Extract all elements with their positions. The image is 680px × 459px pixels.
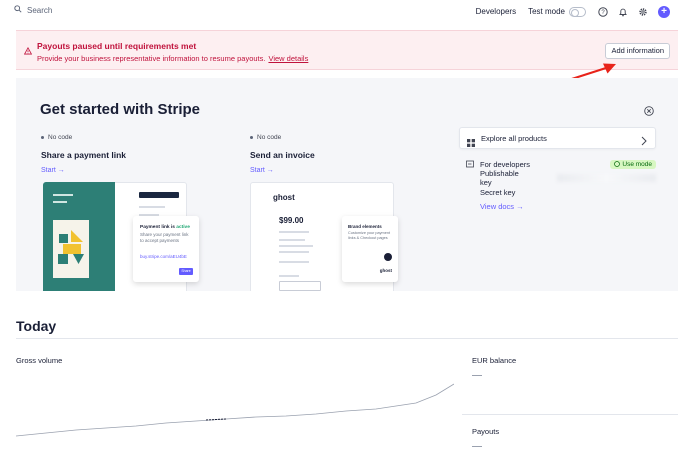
chevron-right-icon	[641, 133, 647, 146]
explore-all-products-button[interactable]: Explore all products	[459, 127, 656, 149]
alert-description-text: Provide your business representative inf…	[37, 54, 266, 63]
invoice-illustration: ghost $99.00 Brand elements Customize yo…	[250, 182, 420, 291]
clock-icon	[614, 161, 621, 167]
view-details-link[interactable]: View details	[268, 54, 308, 63]
gross-volume-line	[16, 383, 454, 437]
divider	[16, 338, 678, 339]
no-code-tag: No code	[250, 134, 315, 141]
search-bar[interactable]: Search	[14, 5, 52, 15]
get-started-title: Get started with Stripe	[40, 101, 201, 118]
payment-link-card: No code Share a payment link Start →	[41, 134, 126, 174]
grid-icon	[467, 134, 475, 147]
publishable-key-label: Publishable key	[480, 169, 519, 187]
developers-section: For developers Use mode Publishable key …	[466, 157, 656, 213]
help-icon[interactable]: ?	[598, 6, 608, 17]
alert-title: Payouts paused until requirements met	[37, 41, 197, 51]
alert-description: Provide your business representative inf…	[37, 54, 308, 63]
gross-volume-chart	[16, 383, 454, 437]
gross-volume-label: Gross volume	[16, 356, 63, 365]
no-code-tag: No code	[41, 134, 126, 141]
card-title: Share a payment link	[41, 150, 127, 160]
payouts-label: Payouts	[472, 427, 500, 436]
test-mode-label: Test mode	[528, 7, 565, 16]
ghost-logo: ghost	[273, 193, 295, 202]
today-heading: Today	[16, 318, 57, 334]
create-plus-button[interactable]: +	[658, 5, 670, 18]
explore-label: Explore all products	[481, 134, 547, 143]
developers-link[interactable]: Developers	[476, 7, 516, 16]
add-information-button[interactable]: Add information	[605, 43, 670, 59]
for-developers-label: For developers	[480, 159, 531, 169]
top-nav: Search Developers Test mode ? +	[0, 0, 680, 24]
eur-balance-value	[472, 375, 482, 376]
start-link[interactable]: Start →	[41, 167, 126, 174]
search-icon	[14, 5, 22, 15]
test-mode-toggle[interactable]	[569, 6, 586, 17]
payouts-value	[472, 446, 482, 447]
secret-key-label: Secret key	[480, 187, 516, 197]
secret-key-row: Secret key	[466, 185, 656, 199]
gear-icon[interactable]	[638, 7, 648, 17]
terminal-icon	[466, 160, 474, 168]
brand-elements-popup: Brand elements Customize your payment li…	[342, 216, 398, 282]
start-link[interactable]: Start →	[250, 167, 315, 174]
search-placeholder: Search	[27, 5, 53, 15]
payment-link-illustration: Payment link is active Share your paymen…	[43, 182, 199, 291]
invoice-card: No code Send an invoice Start →	[250, 134, 315, 174]
bell-icon[interactable]	[618, 7, 628, 17]
publishable-key-row: Publishable key	[466, 169, 656, 187]
card-title: Send an invoice	[250, 150, 315, 160]
publishable-key-value[interactable]	[557, 174, 656, 182]
warning-icon	[23, 42, 33, 55]
close-icon[interactable]	[644, 103, 654, 116]
eur-balance-label: EUR balance	[472, 356, 517, 365]
invoice-amount: $99.00	[279, 216, 304, 225]
product-artwork-icon	[58, 230, 84, 264]
payment-link-popup: Payment link is active Share your paymen…	[133, 216, 199, 282]
test-mode-badge: Use mode	[610, 159, 656, 169]
divider	[462, 414, 678, 415]
view-docs-link[interactable]: View docs →	[466, 199, 656, 213]
